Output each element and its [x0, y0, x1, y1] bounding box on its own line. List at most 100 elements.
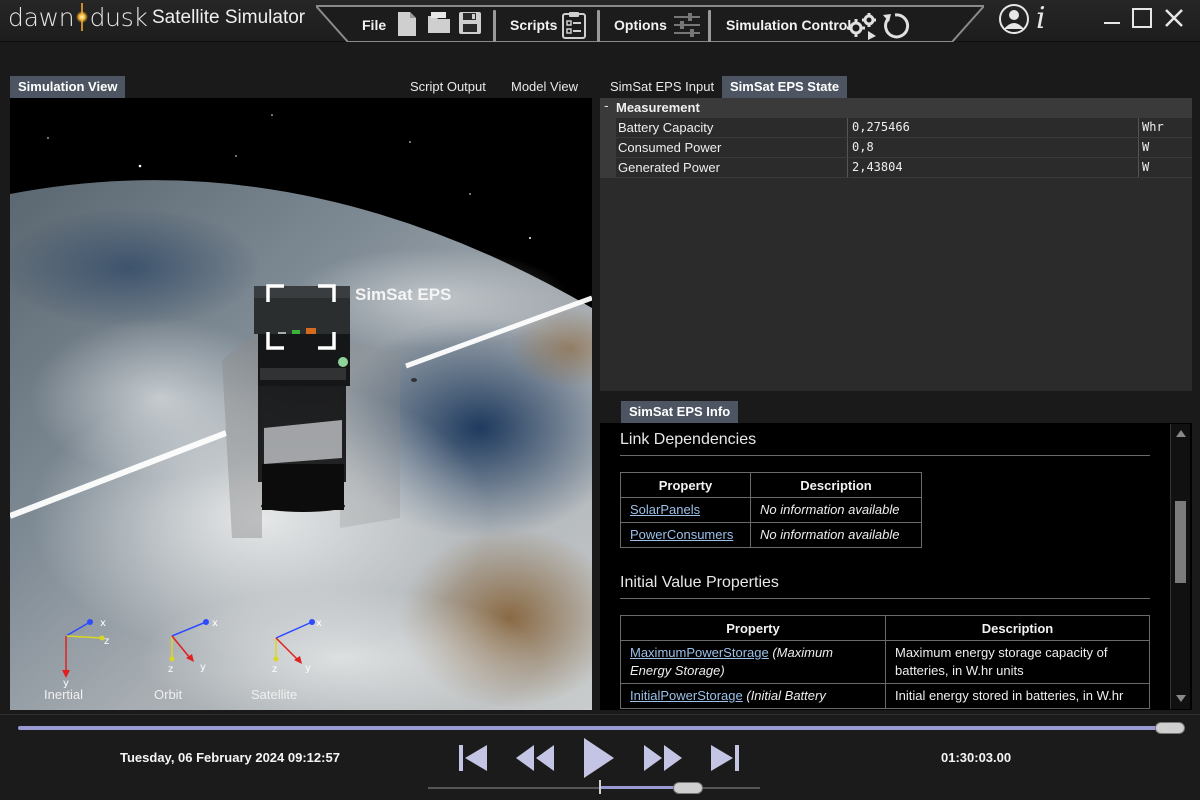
property-alias: (Initial Battery	[746, 688, 826, 703]
description-text: Initial energy stored in batteries, in W…	[885, 683, 1150, 709]
speed-slider-center-mark	[599, 780, 601, 794]
speed-slider-track[interactable]	[428, 787, 760, 789]
skip-to-end-icon[interactable]	[708, 740, 742, 776]
simulation-datetime: Tuesday, 06 February 2024 09:12:57	[120, 750, 340, 765]
group-title: Measurement	[616, 100, 700, 115]
tab-bar: Simulation View Script Output Model View…	[0, 76, 1200, 98]
property-value[interactable]: 0,8	[849, 138, 1139, 158]
open-folder-icon[interactable]	[427, 11, 451, 35]
svg-text:y: y	[200, 662, 206, 673]
earth-scene: xzy xz y xz y	[10, 98, 592, 710]
toolbar-separator	[493, 10, 496, 42]
tab-simsat-eps-info[interactable]: SimSat EPS Info	[621, 401, 739, 423]
svg-text:x: x	[100, 618, 106, 629]
svg-text:y: y	[305, 663, 311, 674]
app-title: Satellite Simulator	[152, 7, 306, 28]
tab-simulation-view[interactable]: Simulation View	[10, 76, 126, 98]
property-link-powerconsumers[interactable]: PowerConsumers	[630, 527, 733, 542]
column-header-property: Property	[620, 615, 886, 641]
simulation-viewport[interactable]: xzy xzy xzy SimSat EPS Inertial Orbit Sa…	[10, 98, 592, 710]
property-unit: Whr	[1140, 118, 1192, 138]
tab-script-output[interactable]: Script Output	[402, 76, 494, 98]
property-name: Battery Capacity	[616, 118, 848, 138]
save-icon[interactable]	[458, 11, 482, 35]
speed-slider-fill	[600, 786, 676, 789]
timeline-handle[interactable]	[1155, 722, 1185, 734]
simulation-control-menu[interactable]: Simulation Control	[726, 17, 851, 33]
section-divider	[620, 598, 1150, 599]
table-row: InitialPowerStorage (Initial Battery Ini…	[620, 683, 1150, 709]
svg-text:z: z	[272, 664, 277, 675]
user-account-icon[interactable]	[999, 4, 1029, 34]
svg-text:x: x	[316, 618, 322, 629]
reset-icon[interactable]	[880, 11, 910, 41]
brand: dawn dusk Satellite Simulator	[0, 0, 350, 40]
tab-simsat-eps-state[interactable]: SimSat EPS State	[722, 76, 848, 98]
scripts-menu[interactable]: Scripts	[510, 17, 557, 33]
description-text: No information available	[760, 527, 900, 542]
script-clipboard-icon[interactable]	[561, 11, 587, 39]
property-value[interactable]: 0,275466	[849, 118, 1139, 138]
table-row: PowerConsumers No information available	[620, 522, 922, 548]
close-icon[interactable]	[1162, 6, 1186, 30]
info-panel: Link Dependencies Property Description S…	[600, 423, 1192, 710]
new-file-icon[interactable]	[397, 11, 417, 37]
fast-forward-icon[interactable]	[642, 740, 684, 776]
property-grid: - Measurement Battery Capacity 0,275466 …	[600, 98, 1192, 391]
property-unit: W	[1140, 158, 1192, 178]
frame-label-satellite: Satellite	[251, 687, 298, 702]
options-menu[interactable]: Options	[614, 17, 667, 33]
info-icon[interactable]: i	[1036, 1, 1046, 36]
play-icon[interactable]	[580, 736, 618, 780]
skip-to-start-icon[interactable]	[456, 740, 490, 776]
title-bar: dawn dusk Satellite Simulator File Scrip…	[0, 0, 1200, 42]
property-row[interactable]: Consumed Power 0,8 W	[600, 138, 1192, 158]
property-link-solarpanels[interactable]: SolarPanels	[630, 502, 700, 517]
scroll-down-icon[interactable]	[1175, 694, 1187, 704]
table-row: SolarPanels No information available	[620, 497, 922, 523]
logo-sun-icon	[76, 3, 88, 31]
property-name: Consumed Power	[616, 138, 848, 158]
scroll-up-icon[interactable]	[1175, 428, 1187, 438]
frame-label-inertial: Inertial	[44, 687, 84, 702]
gears-icon[interactable]	[846, 11, 880, 41]
svg-text:z: z	[104, 636, 109, 647]
column-header-property: Property	[620, 472, 751, 498]
minimize-icon[interactable]	[1100, 6, 1124, 30]
info-scrollbar[interactable]	[1170, 424, 1190, 709]
initial-values-table: Property Description MaximumPowerStorage…	[620, 615, 1150, 709]
link-dependencies-table: Property Description SolarPanels No info…	[620, 472, 922, 548]
frame-label-orbit: Orbit	[154, 687, 183, 702]
section-title-link-dependencies: Link Dependencies	[620, 431, 757, 448]
group-measurement[interactable]: - Measurement	[600, 98, 1192, 118]
property-unit: W	[1140, 138, 1192, 158]
property-link-maximumpowerstorage[interactable]: MaximumPowerStorage	[630, 645, 769, 660]
sliders-icon[interactable]	[672, 11, 702, 39]
description-text: Maximum energy storage capacity of batte…	[885, 640, 1150, 684]
svg-text:z: z	[168, 664, 173, 675]
timeline-track[interactable]	[18, 726, 1184, 730]
toolbar-separator	[597, 10, 600, 42]
speed-slider-handle[interactable]	[673, 782, 703, 794]
collapse-icon[interactable]: -	[604, 99, 609, 114]
property-value[interactable]: 2,43804	[849, 158, 1139, 178]
svg-text:x: x	[212, 618, 218, 629]
tab-simsat-eps-input[interactable]: SimSat EPS Input	[602, 76, 722, 98]
section-title-initial-value-properties: Initial Value Properties	[620, 574, 779, 591]
description-text: No information available	[760, 502, 900, 517]
property-link-initialpowerstorage[interactable]: InitialPowerStorage	[630, 688, 743, 703]
column-header-description: Description	[885, 615, 1150, 641]
satellite-label: SimSat EPS	[355, 285, 452, 304]
property-name: Generated Power	[616, 158, 848, 178]
tab-model-view[interactable]: Model View	[503, 76, 586, 98]
maximize-icon[interactable]	[1130, 6, 1154, 30]
file-menu[interactable]: File	[362, 17, 386, 33]
elapsed-time: 01:30:03.00	[941, 750, 1012, 765]
property-row[interactable]: Battery Capacity 0,275466 Whr	[600, 118, 1192, 138]
toolbar-separator	[708, 10, 711, 42]
section-divider	[620, 455, 1150, 456]
table-row: MaximumPowerStorage (Maximum Energy Stor…	[620, 640, 1150, 684]
property-row[interactable]: Generated Power 2,43804 W	[600, 158, 1192, 178]
rewind-icon[interactable]	[514, 740, 556, 776]
scrollbar-thumb[interactable]	[1175, 501, 1186, 583]
